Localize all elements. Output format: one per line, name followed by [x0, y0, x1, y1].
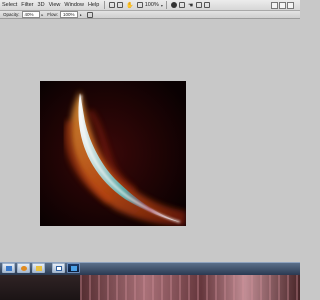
flow-dropdown-icon[interactable]: ▸ [80, 13, 82, 17]
rotate-view-icon[interactable] [170, 2, 177, 8]
tool-options-bar: Opacity: 40% ▸ Flow: 100% ▸ [0, 11, 300, 19]
calendar-icon[interactable] [52, 263, 65, 273]
photoshop-glyph [70, 266, 77, 271]
zoom-dropdown-icon[interactable]: ▾ [161, 3, 163, 8]
screen-mode-icon[interactable] [109, 2, 116, 8]
hand-tool-icon[interactable]: ✋ [126, 2, 133, 9]
close-icon[interactable] [287, 1, 294, 9]
taskbar [0, 262, 300, 300]
menu-item-view[interactable]: View [47, 0, 63, 10]
opacity-label: Opacity: [3, 12, 20, 17]
taskbar-strip [0, 262, 300, 275]
opacity-field[interactable]: 40% [21, 11, 40, 18]
photoshop-icon[interactable] [67, 263, 80, 273]
flow-field[interactable]: 100% [60, 11, 79, 18]
grid-icon[interactable] [117, 2, 124, 8]
menu-item-window[interactable]: Window [62, 0, 86, 10]
menu-item-filter[interactable]: Filter [19, 0, 35, 10]
divider [165, 1, 167, 9]
divider [104, 1, 106, 9]
folder-glyph [35, 266, 42, 271]
browser-icon[interactable] [17, 263, 30, 273]
minimize-icon[interactable] [271, 1, 278, 9]
opacity-dropdown-icon[interactable]: ▸ [42, 13, 44, 17]
menu-item-3d[interactable]: 3D [36, 0, 47, 10]
airbrush-icon[interactable] [86, 11, 93, 18]
flaming-blade-artwork [40, 81, 186, 226]
menu-bar: Select Filter 3D View Window Help ✋ 100%… [0, 0, 300, 11]
arrange-icon[interactable] [204, 2, 211, 8]
window-controls [270, 1, 294, 9]
view-extras-icon[interactable] [178, 2, 185, 8]
browser-glyph [20, 266, 27, 271]
maximize-icon[interactable] [279, 1, 286, 9]
explorer-glyph [5, 266, 12, 271]
workspace-icon[interactable] [196, 2, 203, 8]
document-canvas[interactable] [40, 81, 186, 226]
arrange-documents-icon[interactable] [136, 2, 143, 8]
menu-item-help[interactable]: Help [86, 0, 101, 10]
explorer-icon[interactable] [2, 263, 15, 273]
calendar-glyph [55, 266, 62, 271]
zoom-level[interactable]: 100% [144, 2, 160, 8]
canvas-area[interactable] [0, 20, 300, 260]
folder-icon[interactable] [32, 263, 45, 273]
flow-label: Flow: [47, 12, 59, 17]
menu-item-select[interactable]: Select [0, 0, 19, 10]
hand-icon[interactable]: ☚ [188, 2, 193, 9]
